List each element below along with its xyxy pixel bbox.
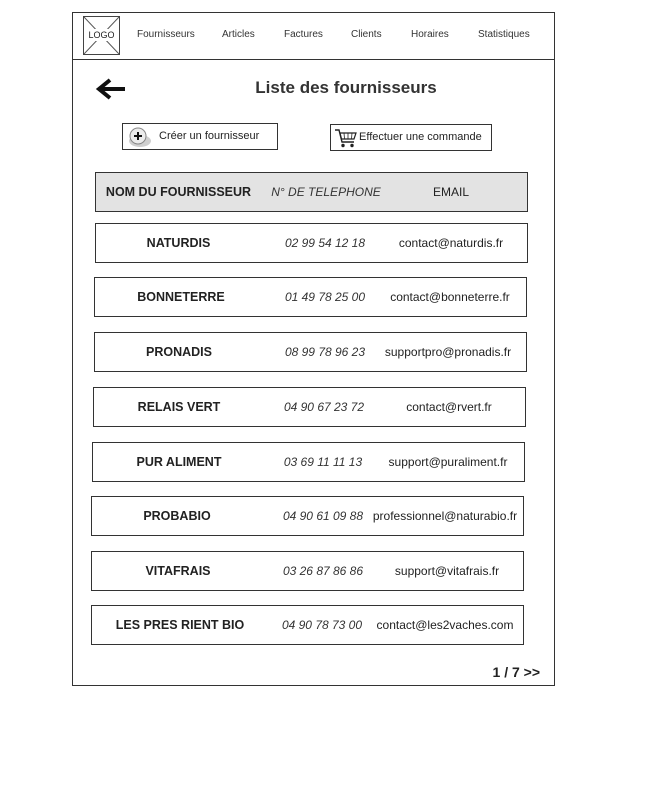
supplier-email: contact@les2vaches.com — [376, 618, 514, 632]
back-button[interactable] — [95, 77, 127, 101]
nav-item-horaires[interactable]: Horaires — [411, 29, 449, 40]
supplier-name: VITAFRAIS — [145, 564, 211, 578]
supplier-phone: 04 90 78 73 00 — [281, 618, 363, 632]
column-header-email: EMAIL — [432, 185, 469, 199]
pagination-next[interactable]: 1 / 7 >> — [493, 664, 540, 680]
supplier-name: RELAIS VERT — [137, 400, 221, 414]
supplier-email: contact@naturdis.fr — [398, 236, 504, 250]
supplier-email: contact@bonneterre.fr — [390, 290, 510, 304]
create-supplier-label: Créer un fournisseur — [159, 130, 260, 142]
supplier-name: BONNETERRE — [137, 290, 225, 304]
supplier-phone: 02 99 54 12 18 — [284, 236, 366, 250]
supplier-phone: 03 26 87 86 86 — [282, 564, 364, 578]
place-order-label: Effectuer une commande — [359, 131, 482, 143]
table-row[interactable]: VITAFRAIS 03 26 87 86 86 support@vitafra… — [91, 551, 524, 591]
plus-circle-icon — [129, 127, 151, 147]
supplier-phone: 03 69 11 11 13 — [283, 455, 363, 469]
nav-item-clients[interactable]: Clients — [351, 29, 382, 40]
nav-item-factures[interactable]: Factures — [284, 29, 323, 40]
supplier-email: supportpro@pronadis.fr — [384, 345, 512, 359]
supplier-email: support@vitafrais.fr — [394, 564, 500, 578]
column-header-phone: N° DE TELEPHONE — [271, 185, 381, 199]
supplier-name: PROBABIO — [143, 509, 211, 523]
table-row[interactable]: PROBABIO 04 90 61 09 88 professionnel@na… — [91, 496, 524, 536]
supplier-email: contact@rvert.fr — [406, 400, 492, 414]
table-row[interactable]: BONNETERRE 01 49 78 25 00 contact@bonnet… — [94, 277, 527, 317]
table-row[interactable]: LES PRES RIENT BIO 04 90 78 73 00 contac… — [91, 605, 524, 645]
shopping-cart-icon — [335, 129, 357, 148]
supplier-phone: 08 99 78 96 23 — [284, 345, 366, 359]
supplier-phone: 01 49 78 25 00 — [284, 290, 366, 304]
supplier-email: professionnel@naturabio.fr — [372, 509, 518, 523]
supplier-name: PUR ALIMENT — [136, 455, 222, 469]
column-header-name: NOM DU FOURNISSEUR — [105, 185, 252, 199]
nav-item-statistiques[interactable]: Statistiques — [478, 29, 530, 40]
table-row[interactable]: RELAIS VERT 04 90 67 23 72 contact@rvert… — [93, 387, 526, 427]
supplier-name: NATURDIS — [146, 236, 211, 250]
supplier-phone: 04 90 67 23 72 — [283, 400, 365, 414]
table-row[interactable]: PRONADIS 08 99 78 96 23 supportpro@prona… — [94, 332, 527, 372]
table-header: NOM DU FOURNISSEUR N° DE TELEPHONE EMAIL — [95, 172, 528, 212]
supplier-email: support@puraliment.fr — [388, 455, 508, 469]
table-row[interactable]: NATURDIS 02 99 54 12 18 contact@naturdis… — [95, 223, 528, 263]
app-frame: LOGO Fournisseurs Articles Factures Clie… — [72, 12, 555, 686]
logo[interactable]: LOGO — [83, 16, 120, 55]
supplier-name: LES PRES RIENT BIO — [115, 618, 245, 632]
table-row[interactable]: PUR ALIMENT 03 69 11 11 13 support@pural… — [92, 442, 525, 482]
place-order-button[interactable]: Effectuer une commande — [330, 124, 492, 151]
supplier-name: PRONADIS — [146, 345, 212, 359]
logo-text: LOGO — [87, 29, 116, 41]
arrow-left-icon — [95, 78, 125, 100]
page-title: Liste des fournisseurs — [255, 78, 437, 97]
nav-item-fournisseurs[interactable]: Fournisseurs — [137, 29, 195, 40]
create-supplier-button[interactable]: Créer un fournisseur — [122, 123, 278, 150]
nav-item-articles[interactable]: Articles — [222, 29, 255, 40]
top-navbar: LOGO Fournisseurs Articles Factures Clie… — [73, 13, 554, 60]
